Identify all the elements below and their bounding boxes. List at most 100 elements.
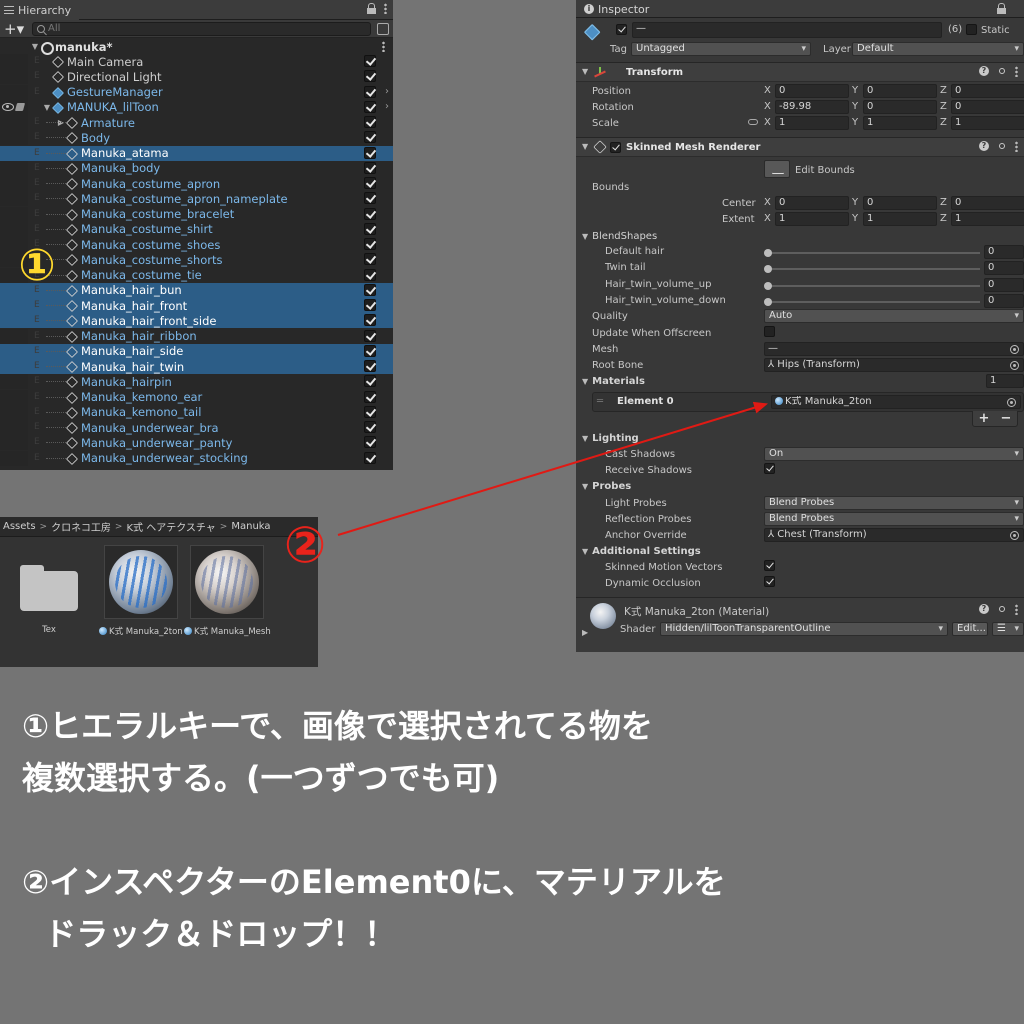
lock-icon[interactable]	[367, 3, 376, 14]
blendshape-slider-track[interactable]	[768, 268, 980, 271]
remove-element-button[interactable]: −	[1001, 411, 1012, 426]
active-checkbox[interactable]	[364, 161, 376, 174]
visibility-gutter[interactable]	[0, 420, 28, 435]
rotation-x-field[interactable]: -89.98	[775, 100, 849, 114]
visibility-gutter[interactable]	[0, 298, 28, 313]
hierarchy-row[interactable]: E Manuka_underwear_bra	[0, 420, 393, 435]
object-picker-icon[interactable]	[1010, 361, 1019, 370]
fold-arrow-icon[interactable]: ▶	[582, 628, 588, 637]
drag-handle-icon[interactable]: ═	[597, 396, 603, 407]
settings-icon[interactable]	[997, 604, 1007, 614]
visibility-gutter[interactable]	[0, 160, 28, 176]
hierarchy-row[interactable]: E Manuka_underwear_panty	[0, 435, 393, 451]
active-checkbox[interactable]	[364, 253, 376, 266]
active-checkbox[interactable]	[364, 314, 376, 327]
kebab-menu-icon[interactable]	[1015, 604, 1018, 615]
inspector-tab[interactable]: i Inspector	[578, 0, 655, 18]
object-name-field[interactable]: —	[632, 22, 942, 38]
center-x-field[interactable]: 0	[775, 196, 849, 210]
blendshape-value-field[interactable]: 0	[984, 293, 1024, 308]
center-y-field[interactable]: 0	[863, 196, 937, 210]
visibility-gutter[interactable]	[0, 191, 28, 207]
hierarchy-row[interactable]: E Manuka_body	[0, 160, 393, 176]
blendshape-value-field[interactable]: 0	[984, 261, 1024, 276]
link-icon[interactable]	[748, 119, 758, 125]
hierarchy-row[interactable]: E GestureManager ›	[0, 84, 393, 100]
active-checkbox[interactable]	[364, 436, 376, 449]
blendshape-value-field[interactable]: 0	[984, 277, 1024, 292]
object-picker-icon[interactable]	[1010, 531, 1019, 540]
fold-arrow-icon[interactable]: ▼	[582, 67, 588, 76]
transform-header[interactable]: ▼ Transform ?	[576, 62, 1024, 82]
add-element-button[interactable]: +	[979, 411, 990, 426]
kebab-menu-icon[interactable]	[1015, 66, 1018, 77]
help-icon[interactable]: ?	[979, 604, 989, 614]
chevron-right-icon[interactable]: ›	[385, 86, 389, 97]
chevron-right-icon[interactable]: ›	[385, 101, 389, 112]
active-checkbox[interactable]	[364, 55, 376, 67]
visibility-gutter[interactable]	[0, 328, 28, 344]
cast-shadows-dropdown[interactable]: On	[764, 447, 1024, 461]
fold-arrow-icon[interactable]: ▼	[30, 42, 40, 51]
active-checkbox[interactable]	[364, 268, 376, 281]
object-picker-icon[interactable]	[1010, 345, 1019, 354]
extent-y-field[interactable]: 1	[863, 212, 937, 226]
visibility-gutter[interactable]	[0, 206, 28, 222]
visibility-gutter[interactable]	[0, 359, 28, 374]
position-y-field[interactable]: 0	[863, 84, 937, 98]
breadcrumb-item[interactable]: クロネコ工房	[51, 519, 111, 534]
hierarchy-row[interactable]: E Manuka_costume_bracelet	[0, 206, 393, 222]
center-z-field[interactable]: 0	[951, 196, 1024, 210]
breadcrumb-item[interactable]: Manuka	[231, 521, 270, 532]
active-checkbox[interactable]	[364, 451, 376, 464]
breadcrumb-item[interactable]: Assets	[3, 521, 36, 532]
shader-edit-button[interactable]: Edit...	[952, 622, 988, 636]
visibility-gutter[interactable]	[0, 145, 28, 161]
static-checkbox[interactable]	[966, 24, 977, 35]
visibility-gutter[interactable]	[0, 69, 28, 85]
hierarchy-row[interactable]: E Manuka_costume_apron	[0, 176, 393, 191]
tag-dropdown[interactable]: Untagged	[631, 42, 811, 56]
position-z-field[interactable]: 0	[951, 84, 1024, 98]
shader-dropdown[interactable]: Hidden/lilToonTransparentOutline	[660, 622, 948, 636]
quality-dropdown[interactable]: Auto	[764, 309, 1024, 323]
active-checkbox[interactable]	[364, 177, 376, 189]
hierarchy-row[interactable]: E Manuka_atama	[0, 145, 393, 161]
lighting-foldout[interactable]: ▼ Lighting	[582, 433, 639, 444]
blendshape-slider-handle[interactable]	[764, 281, 772, 290]
position-x-field[interactable]: 0	[775, 84, 849, 98]
active-checkbox[interactable]	[364, 131, 376, 144]
component-enabled-checkbox[interactable]	[610, 142, 621, 153]
add-object-button[interactable]: +▾	[4, 21, 26, 36]
hierarchy-row[interactable]: E Manuka_kemono_tail	[0, 404, 393, 420]
visibility-gutter[interactable]	[0, 389, 28, 405]
hierarchy-row[interactable]: E ▶ Armature	[0, 115, 393, 130]
anchor-override-field[interactable]: ⅄ Chest (Transform)	[764, 528, 1024, 542]
active-checkbox[interactable]	[364, 192, 376, 205]
visibility-gutter[interactable]	[0, 54, 28, 69]
visibility-gutter[interactable]	[0, 343, 28, 359]
active-checkbox[interactable]	[364, 360, 376, 372]
visibility-gutter[interactable]	[0, 221, 28, 237]
dynamic-occlusion-checkbox[interactable]	[764, 576, 775, 587]
asset-material-2ton[interactable]: K式 Manuka_2ton	[99, 545, 183, 637]
hierarchy-row[interactable]: E Directional Light	[0, 69, 393, 85]
hierarchy-row[interactable]: E Manuka_costume_shirt	[0, 221, 393, 237]
active-checkbox[interactable]	[364, 146, 376, 159]
asset-material-mesh[interactable]: K式 Manuka_Mesh	[184, 545, 271, 637]
extent-x-field[interactable]: 1	[775, 212, 849, 226]
active-checkbox[interactable]	[364, 238, 376, 250]
scale-x-field[interactable]: 1	[775, 116, 849, 130]
visibility-gutter[interactable]	[0, 115, 28, 130]
visibility-gutter[interactable]	[0, 313, 28, 329]
visibility-gutter[interactable]	[0, 435, 28, 451]
reflection-probes-dropdown[interactable]: Blend Probes	[764, 512, 1024, 526]
visibility-gutter[interactable]	[0, 450, 28, 466]
hierarchy-row[interactable]: E Manuka_underwear_stocking	[0, 450, 393, 466]
hierarchy-row[interactable]: E Manuka_kemono_ear	[0, 389, 393, 405]
active-checkbox[interactable]	[364, 344, 376, 357]
asset-folder-tex[interactable]: Tex	[20, 565, 78, 635]
hierarchy-row[interactable]: E Manuka_hair_front_side	[0, 313, 393, 329]
blendshape-slider-handle[interactable]	[764, 297, 772, 306]
visibility-gutter[interactable]	[0, 404, 28, 420]
